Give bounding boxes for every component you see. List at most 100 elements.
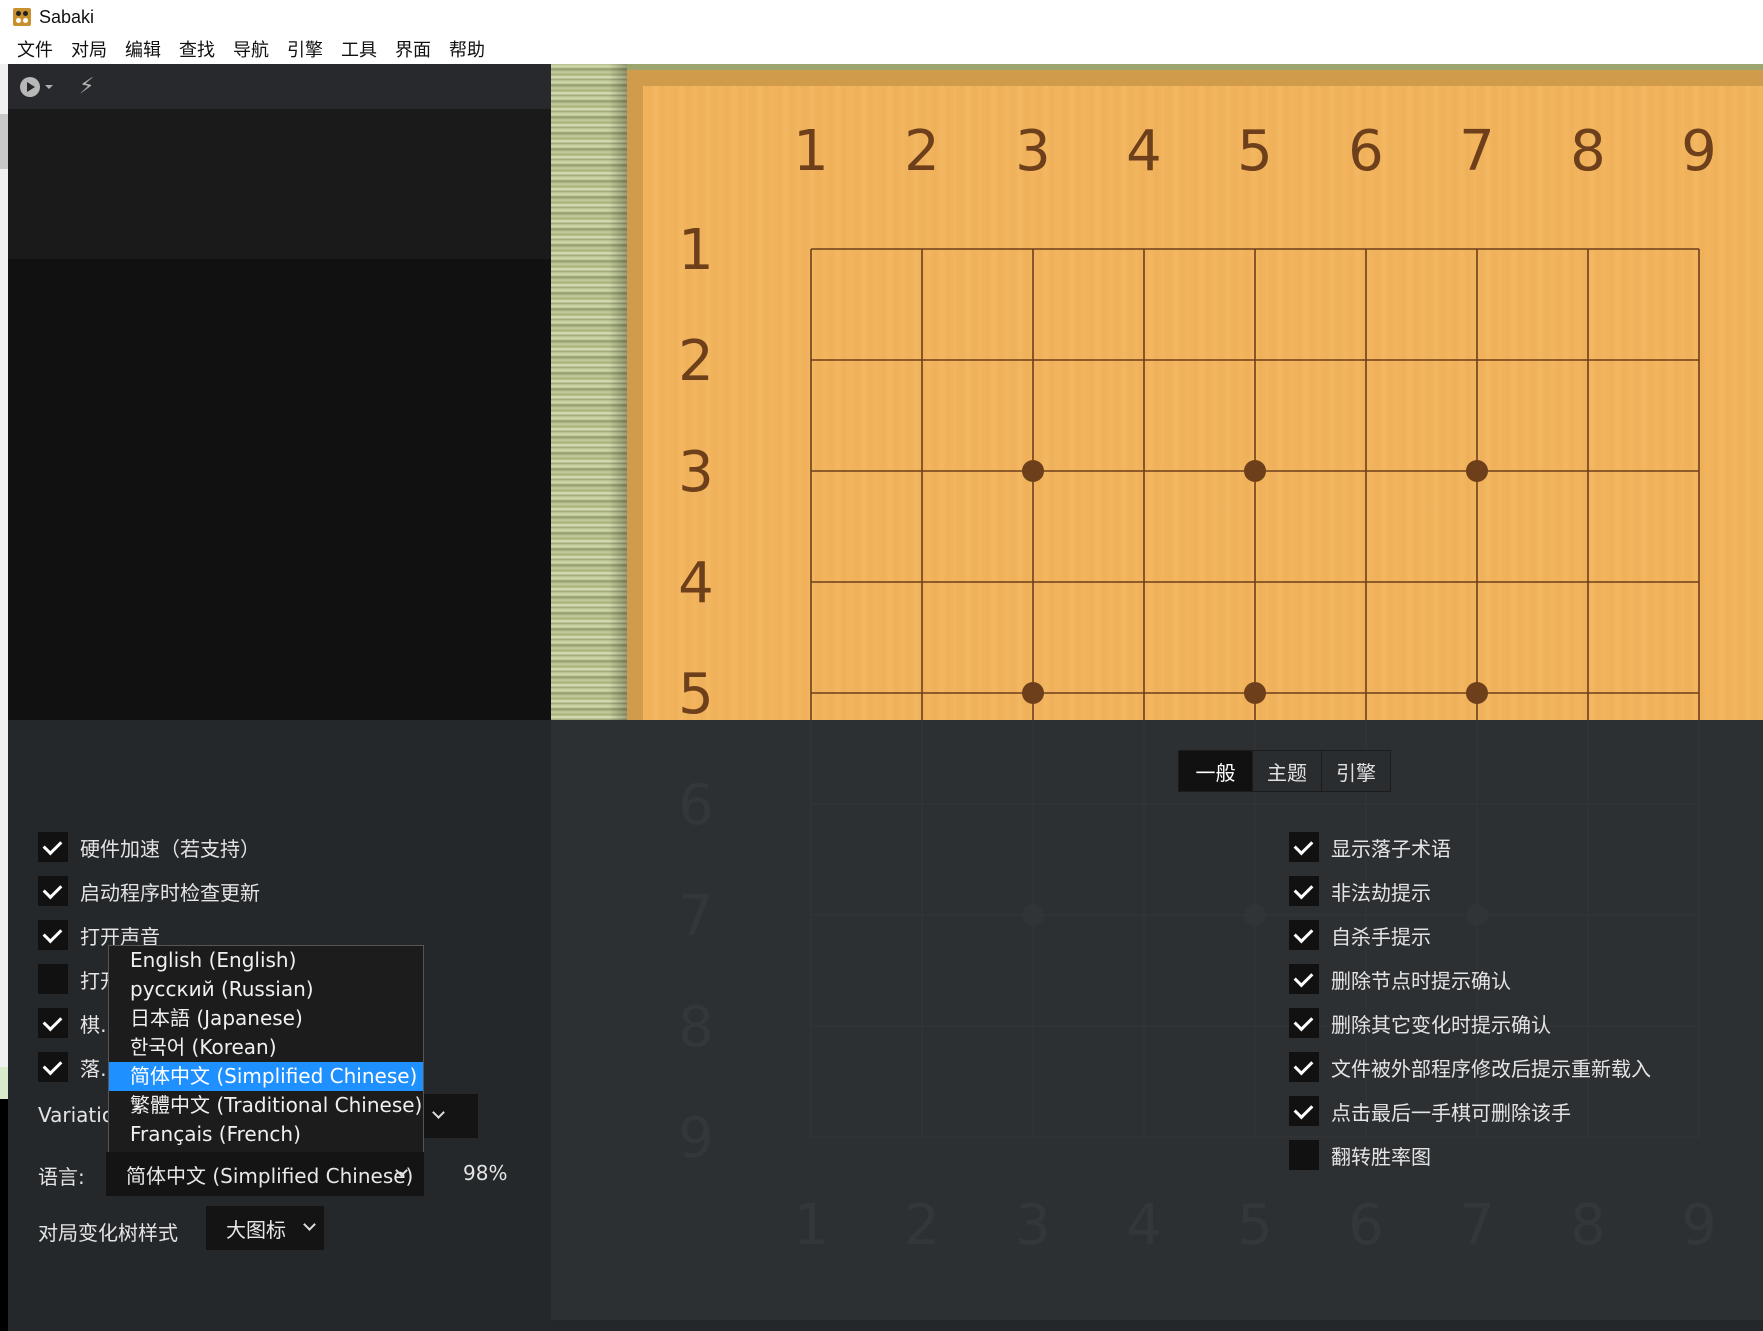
language-option[interactable]: 简体中文 (Simplified Chinese) (109, 1062, 423, 1091)
option-row[interactable]: 翻转胜率图 (1289, 1139, 1431, 1171)
checkbox-checked[interactable] (1289, 1052, 1319, 1082)
background-scrollbar (0, 114, 8, 169)
engine-sidebar: ⚡ (8, 64, 551, 720)
column-coordinate: 2 (904, 119, 940, 184)
checkbox-checked[interactable] (1289, 1096, 1319, 1126)
option-row[interactable]: 显示落子术语 (1289, 831, 1451, 863)
tree-style-label: 对局变化树样式 (38, 1221, 178, 1245)
option-label: 删除节点时提示确认 (1331, 968, 1511, 993)
tab-general[interactable]: 一般 (1179, 751, 1253, 791)
option-label: 文件被外部程序修改后提示重新载入 (1331, 1056, 1651, 1081)
checkbox-checked[interactable] (38, 876, 68, 906)
option-label: 点击最后一手棋可删除该手 (1331, 1100, 1571, 1125)
column-coordinate: 8 (1570, 119, 1606, 184)
option-row[interactable]: 删除节点时提示确认 (1289, 963, 1511, 995)
tree-style-select[interactable]: 大图标 (206, 1206, 324, 1250)
option-row[interactable]: 启动程序时检查更新 (38, 875, 260, 907)
engine-console-panel (8, 109, 551, 259)
menu-find[interactable]: 查找 (179, 36, 215, 62)
faded-row-coordinate: 7 (678, 884, 714, 949)
option-row[interactable]: 文件被外部程序修改后提示重新载入 (1289, 1051, 1651, 1083)
option-label: 翻转胜率图 (1331, 1144, 1431, 1169)
column-coordinate: 6 (1348, 119, 1384, 184)
language-option[interactable]: 한국어 (Korean) (109, 1033, 423, 1062)
option-row[interactable]: 硬件加速（若支持） (38, 831, 260, 863)
checkbox-checked[interactable] (1289, 964, 1319, 994)
row-coordinate: 3 (678, 440, 714, 505)
chevron-down-icon (303, 1218, 316, 1231)
star-point (1466, 682, 1488, 704)
goban[interactable]: 123456789123456789 (627, 70, 1763, 720)
tab-engines[interactable]: 引擎 (1322, 751, 1390, 791)
option-label: 显示落子术语 (1331, 836, 1451, 861)
checkbox-unchecked[interactable] (38, 964, 68, 994)
faded-column-coordinate: 3 (1015, 1193, 1051, 1258)
checkbox-checked[interactable] (1289, 832, 1319, 862)
star-point (1466, 460, 1488, 482)
option-label: 删除其它变化时提示确认 (1331, 1012, 1551, 1037)
faded-star-point (1244, 904, 1266, 926)
language-option[interactable]: English (English) (109, 946, 423, 975)
faded-column-coordinate: 1 (793, 1193, 829, 1258)
tab-themes[interactable]: 主题 (1253, 751, 1322, 791)
preferences-drawer: 6 7 8 9 1 2 3 4 5 6 7 8 9 一般 主题 引擎 硬件加速（若支持） 启动程序时检查更… (8, 720, 1763, 1331)
sabaki-logo-icon (13, 8, 31, 26)
menu-view[interactable]: 界面 (395, 36, 431, 62)
menu-game[interactable]: 对局 (71, 36, 107, 62)
option-row[interactable]: 自杀手提示 (1289, 919, 1431, 951)
language-option[interactable]: 繁體中文 (Traditional Chinese) (109, 1091, 423, 1120)
checkbox-checked[interactable] (1289, 876, 1319, 906)
background-window-edge (0, 64, 8, 1331)
faded-column-coordinate: 7 (1459, 1193, 1495, 1258)
menu-help[interactable]: 帮助 (449, 36, 485, 62)
checkbox-checked[interactable] (38, 920, 68, 950)
faded-column-coordinate: 9 (1681, 1193, 1717, 1258)
engine-action-button[interactable]: ⚡ (79, 73, 95, 99)
engine-toolbar: ⚡ (8, 64, 551, 109)
row-coordinate: 2 (678, 329, 714, 394)
window-title: Sabaki (39, 6, 95, 27)
menu-file[interactable]: 文件 (17, 36, 53, 62)
faded-row-coordinate: 9 (678, 1106, 714, 1171)
faded-column-coordinate: 4 (1126, 1193, 1162, 1258)
title-bar: Sabaki (0, 0, 1763, 34)
option-row[interactable]: 非法劫提示 (1289, 875, 1431, 907)
language-option[interactable]: русский (Russian) (109, 975, 423, 1004)
column-coordinate: 4 (1126, 119, 1162, 184)
option-label: 非法劫提示 (1331, 880, 1431, 905)
star-point (1244, 682, 1266, 704)
lightning-icon: ⚡ (79, 73, 95, 99)
menu-navigation[interactable]: 导航 (233, 36, 269, 62)
star-point (1022, 682, 1044, 704)
checkbox-checked[interactable] (1289, 920, 1319, 950)
column-coordinate: 7 (1459, 119, 1495, 184)
option-row[interactable]: 删除其它变化时提示确认 (1289, 1007, 1551, 1039)
play-circle-icon (20, 76, 40, 97)
drawer-bottom-edge (551, 1320, 1763, 1331)
menu-tools[interactable]: 工具 (341, 36, 377, 62)
language-label: 语言: (38, 1165, 85, 1189)
checkbox-checked[interactable] (38, 832, 68, 862)
faded-column-coordinate: 5 (1237, 1193, 1273, 1258)
caret-down-icon (45, 84, 53, 89)
menu-engines[interactable]: 引擎 (287, 36, 323, 62)
language-select[interactable]: 简体中文 (Simplified Chinese) (106, 1152, 424, 1196)
language-option[interactable]: Français (French) (109, 1120, 423, 1149)
checkbox-checked[interactable] (1289, 1008, 1319, 1038)
option-label: 启动程序时检查更新 (80, 880, 260, 905)
board-area: 123456789123456789 (551, 64, 1763, 720)
option-row[interactable]: 点击最后一手棋可删除该手 (1289, 1095, 1571, 1127)
star-point (1022, 460, 1044, 482)
faded-column-coordinate: 8 (1570, 1193, 1606, 1258)
language-select-value: 简体中文 (Simplified Chinese) (126, 1163, 414, 1188)
checkbox-unchecked[interactable] (1289, 1140, 1319, 1170)
attach-engine-button[interactable] (20, 76, 53, 97)
board-shadow (609, 64, 627, 720)
menu-edit[interactable]: 编辑 (125, 36, 161, 62)
faded-row-coordinate: 8 (678, 995, 714, 1060)
checkbox-checked[interactable] (38, 1052, 68, 1082)
option-label: 硬件加速（若支持） (80, 836, 260, 861)
checkbox-checked[interactable] (38, 1008, 68, 1038)
language-option[interactable]: 日本語 (Japanese) (109, 1004, 423, 1033)
goban-grid[interactable]: 123456789123456789 (627, 70, 1763, 720)
